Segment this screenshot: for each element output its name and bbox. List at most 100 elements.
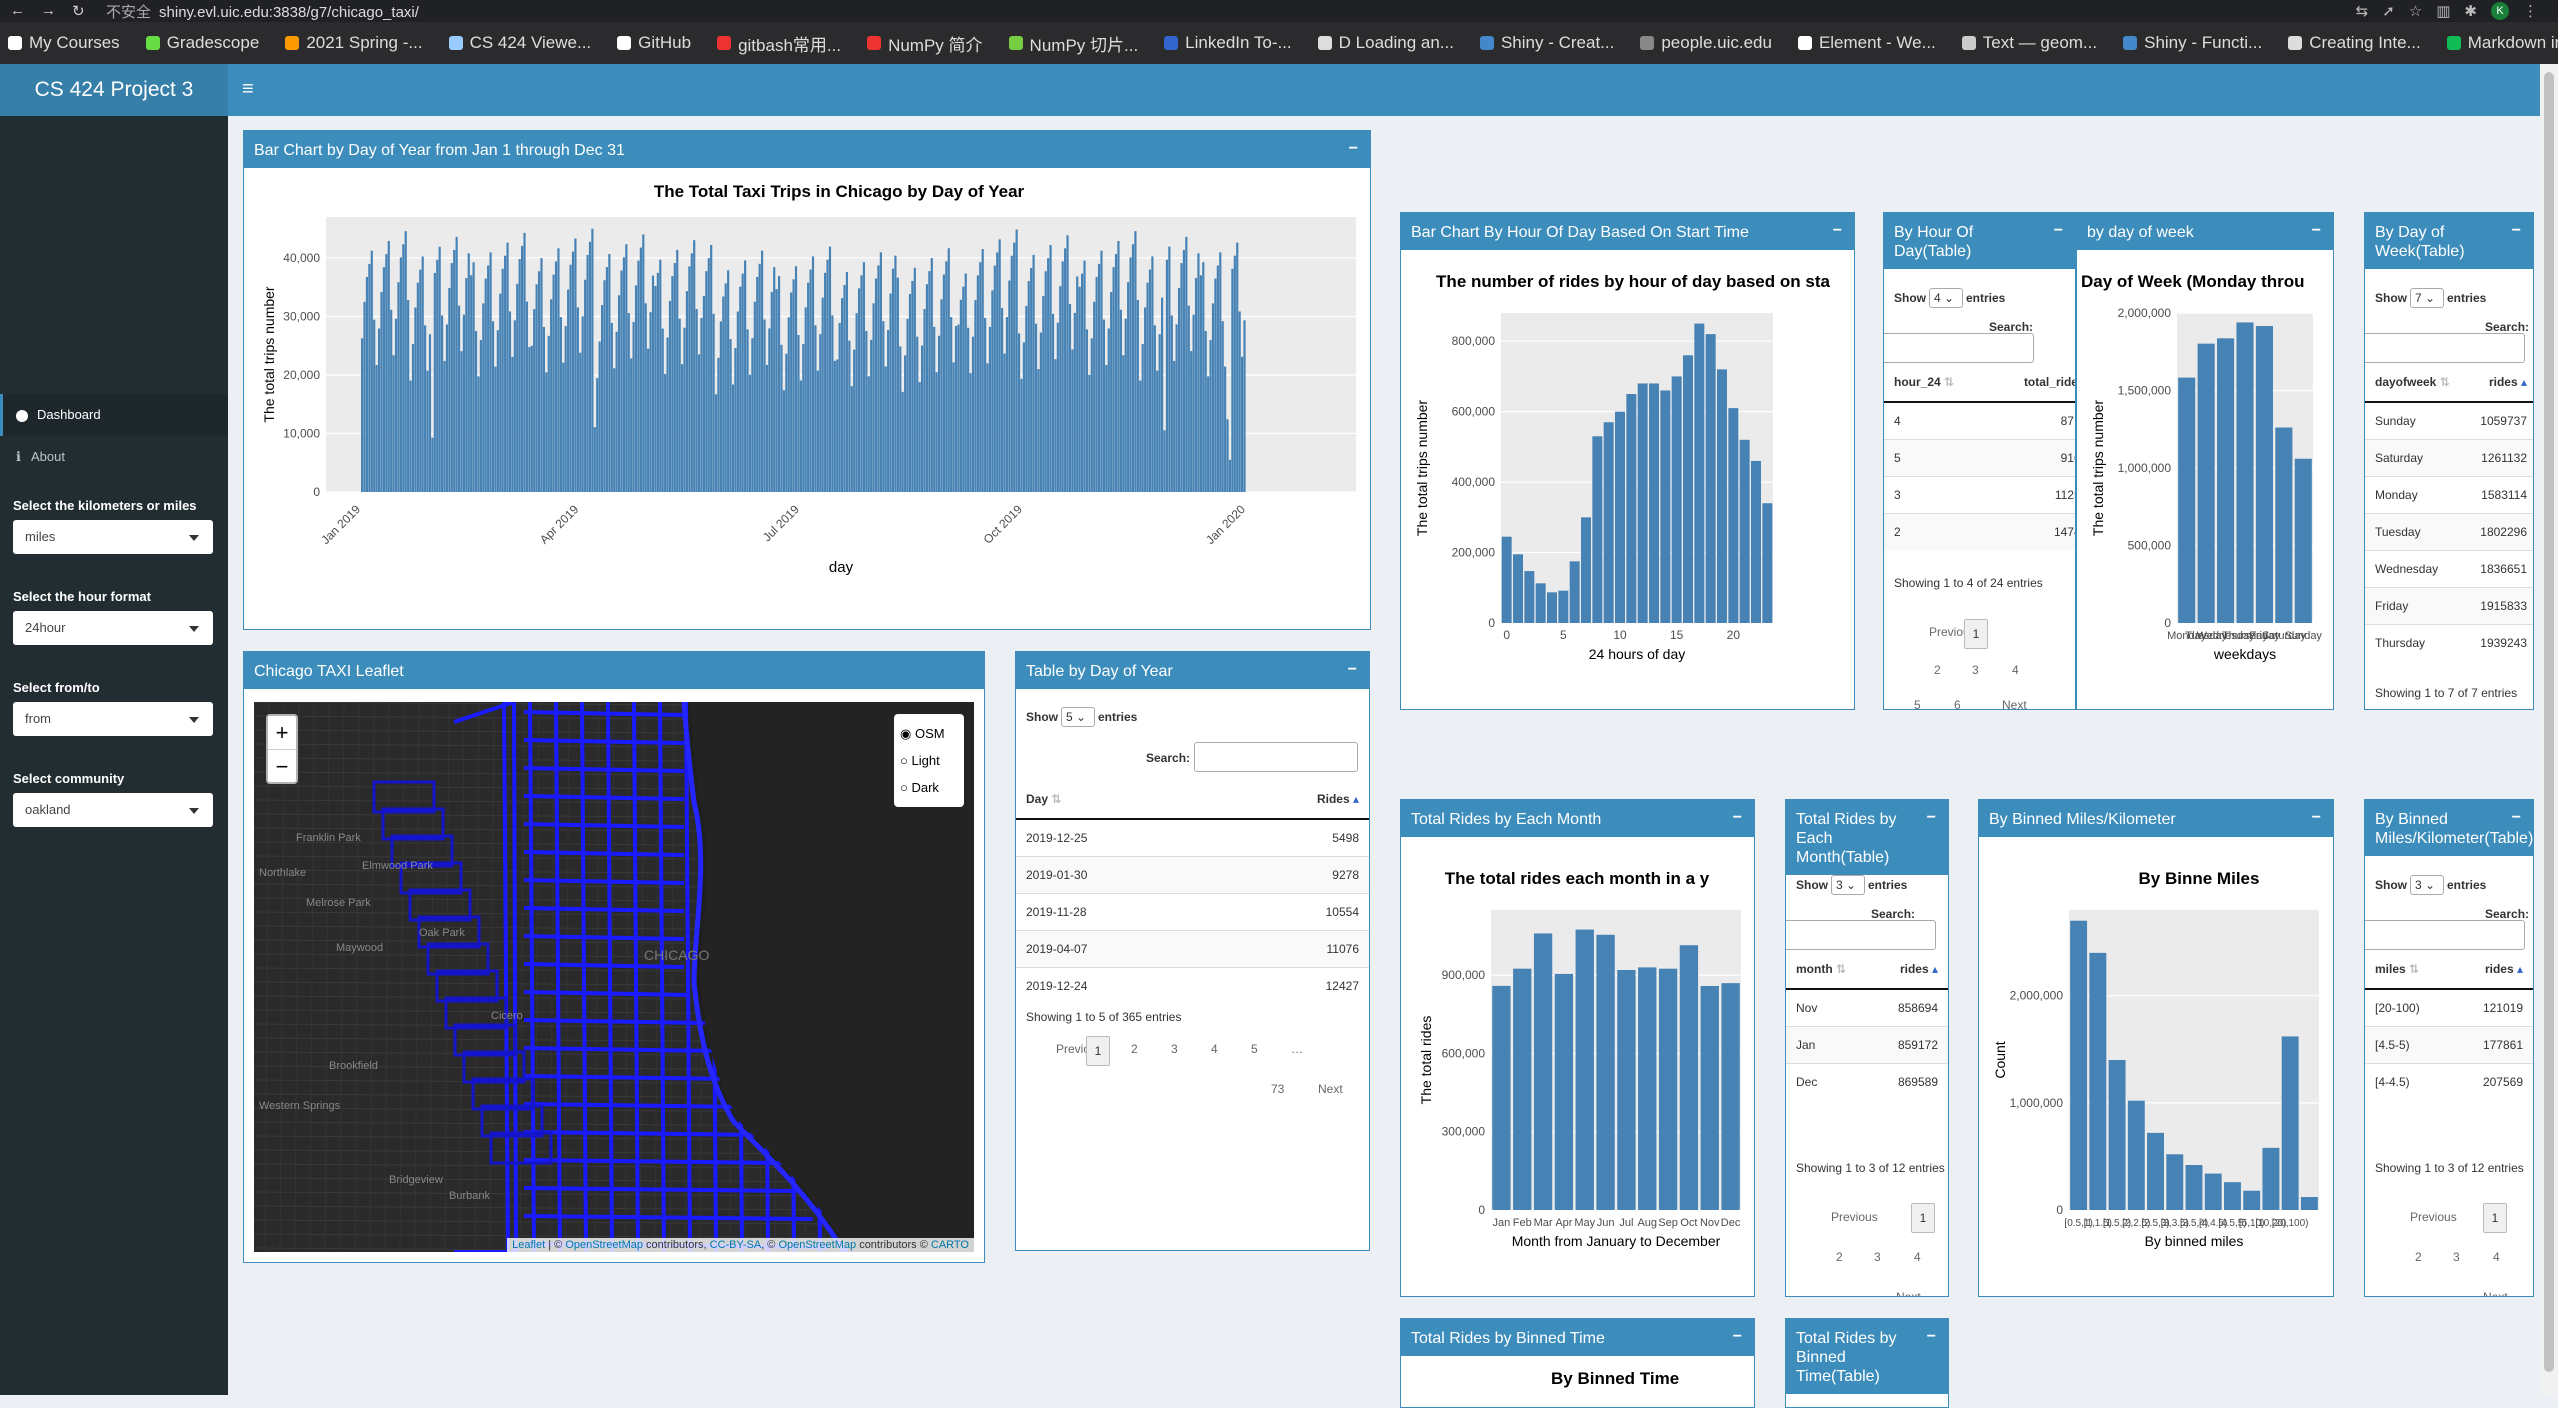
column-header[interactable]: Rides ▴ <box>1216 780 1369 820</box>
page-button[interactable]: 2 <box>2415 1250 2422 1264</box>
page-button[interactable]: 5 <box>1251 1042 1258 1056</box>
page-button[interactable]: 3 <box>1874 1250 1881 1264</box>
bookmark-item[interactable]: Element - We... <box>1797 33 1936 53</box>
page-button[interactable]: 1 <box>2483 1203 2507 1233</box>
bookmark-item[interactable]: Text — geom... <box>1961 33 2097 53</box>
sidebar-item-dashboard[interactable]: Dashboard <box>0 394 228 436</box>
profile-avatar[interactable]: K <box>2491 2 2509 20</box>
bookmark-item[interactable]: GitHub <box>617 33 691 53</box>
search-input[interactable] <box>1786 920 1936 950</box>
minimize-icon[interactable]: − <box>1927 808 1936 827</box>
reload-icon[interactable]: ↻ <box>72 2 85 20</box>
entries-select[interactable]: 4 ⌄ <box>1929 288 1963 308</box>
from-to-select[interactable]: from <box>13 702 213 736</box>
page-button[interactable]: 1 <box>1911 1203 1935 1233</box>
osm-link[interactable]: OpenStreetMap <box>778 1239 856 1251</box>
layer-option[interactable]: ◉ OSM <box>900 720 958 747</box>
page-button[interactable]: 2 <box>1131 1042 1138 1056</box>
page-button[interactable]: 4 <box>1914 1250 1921 1264</box>
ccbysa-link[interactable]: CC-BY-SA <box>710 1239 762 1251</box>
bookmark-item[interactable]: My Courses <box>8 33 120 53</box>
entries-select[interactable]: 3 ⌄ <box>1831 875 1865 895</box>
radio-icon[interactable]: ◉ <box>900 726 911 741</box>
minimize-icon[interactable]: − <box>2312 808 2321 827</box>
minimize-icon[interactable]: − <box>1833 221 1842 240</box>
search-input[interactable] <box>1884 333 2034 363</box>
bookmark-item[interactable]: people.uic.edu <box>1640 33 1772 53</box>
page-button[interactable]: 2 <box>1934 663 1941 677</box>
leaflet-link[interactable]: Leaflet <box>512 1239 545 1251</box>
page-button[interactable]: 5 <box>1914 698 1921 709</box>
minimize-icon[interactable]: − <box>1349 139 1358 158</box>
column-header[interactable]: rides ▴ <box>2452 950 2533 990</box>
minimize-icon[interactable]: − <box>2512 808 2521 827</box>
bookmark-item[interactable]: Markdown in... <box>2446 33 2558 53</box>
back-icon[interactable]: ← <box>10 2 25 20</box>
bookmark-item[interactable]: Creating Inte... <box>2288 33 2421 53</box>
osm-link[interactable]: OpenStreetMap <box>565 1239 643 1251</box>
previous-page-button[interactable]: Previous <box>2410 1210 2457 1224</box>
bookmark-item[interactable]: NumPy 简介 <box>867 31 983 56</box>
address-bar[interactable]: 不安全 shiny.evl.uic.edu:3838/g7/chicago_tax… <box>106 1 419 22</box>
column-header[interactable]: miles ⇅ <box>2365 950 2453 990</box>
entries-select[interactable]: 7 ⌄ <box>2410 288 2444 308</box>
bookmark-item[interactable]: 2021 Spring -... <box>285 33 423 53</box>
radio-icon[interactable]: ○ <box>900 780 908 795</box>
bookmark-item[interactable]: Shiny - Functi... <box>2123 33 2262 53</box>
sidebar-item-about[interactable]: ℹ About <box>0 436 228 478</box>
carto-link[interactable]: CARTO <box>931 1239 969 1251</box>
zoom-out-button[interactable]: − <box>268 750 296 783</box>
column-header[interactable]: month ⇅ <box>1786 950 1874 990</box>
column-header[interactable]: dayofweek ⇅ <box>2365 363 2466 403</box>
minimize-icon[interactable]: − <box>1348 660 1357 679</box>
minimize-icon[interactable]: − <box>2512 221 2521 240</box>
entries-select[interactable]: 5 ⌄ <box>1061 707 1095 727</box>
zoom-in-button[interactable]: + <box>268 716 296 750</box>
minimize-icon[interactable]: − <box>2054 221 2063 240</box>
minimize-icon[interactable]: − <box>2312 221 2321 240</box>
sidepanel-icon[interactable]: ▥ <box>2436 2 2450 20</box>
menu-dots-icon[interactable]: ⋮ <box>2523 2 2538 20</box>
chicago-map[interactable]: Franklin Park Northlake Elmwood Park Melros… <box>254 702 974 1252</box>
bookmark-item[interactable]: Shiny - Creat... <box>1479 33 1614 53</box>
star-icon[interactable]: ☆ <box>2409 2 2422 20</box>
bookmark-item[interactable]: D Loading an... <box>1317 33 1454 53</box>
bookmark-item[interactable]: gitbash常用... <box>717 31 841 56</box>
search-input[interactable] <box>2365 920 2525 950</box>
previous-page-button[interactable]: Previous <box>1831 1210 1878 1224</box>
share-icon[interactable]: ➚ <box>2382 2 2395 20</box>
community-select[interactable]: oakland <box>13 793 213 827</box>
sidebar-toggle-icon[interactable]: ≡ <box>242 78 254 101</box>
page-button[interactable]: 3 <box>2453 1250 2460 1264</box>
bookmark-item[interactable]: Gradescope <box>145 33 259 53</box>
page-button[interactable]: 4 <box>1211 1042 1218 1056</box>
extensions-icon[interactable]: ✱ <box>2464 2 2477 20</box>
next-page-button[interactable]: Next <box>2483 1290 2508 1296</box>
search-input[interactable] <box>2365 333 2525 363</box>
page-button[interactable]: 73 <box>1271 1082 1284 1096</box>
bookmark-item[interactable]: CS 424 Viewe... <box>448 33 591 53</box>
column-header[interactable]: hour_24 ⇅ <box>1884 363 1988 403</box>
page-button[interactable]: 1 <box>1086 1036 1110 1066</box>
bookmark-item[interactable]: LinkedIn To-... <box>1164 33 1292 53</box>
entries-select[interactable]: 3 ⌄ <box>2410 875 2444 895</box>
hour-format-select[interactable]: 24hour <box>13 611 213 645</box>
page-scrollbar[interactable] <box>2540 64 2558 1395</box>
page-button[interactable]: 4 <box>2493 1250 2500 1264</box>
page-button[interactable]: 4 <box>2012 663 2019 677</box>
column-header[interactable]: rides ▴ <box>2465 363 2533 403</box>
column-header[interactable]: Day ⇅ <box>1016 780 1217 820</box>
radio-icon[interactable]: ○ <box>900 753 908 768</box>
column-header[interactable]: rides ▴ <box>1873 950 1948 990</box>
scrollbar-thumb[interactable] <box>2544 72 2554 1372</box>
unit-select[interactable]: miles <box>13 520 213 554</box>
search-input[interactable] <box>1194 742 1358 772</box>
next-page-button[interactable]: Next <box>2002 698 2027 709</box>
next-page-button[interactable]: Next <box>1896 1290 1921 1296</box>
layer-option[interactable]: ○ Light <box>900 747 958 774</box>
column-header[interactable]: total_rides ▴ <box>1987 363 2075 403</box>
page-button[interactable]: 3 <box>1972 663 1979 677</box>
minimize-icon[interactable]: − <box>1733 1327 1742 1346</box>
translate-icon[interactable]: ⇆ <box>2356 2 2369 20</box>
page-button[interactable]: 3 <box>1171 1042 1178 1056</box>
